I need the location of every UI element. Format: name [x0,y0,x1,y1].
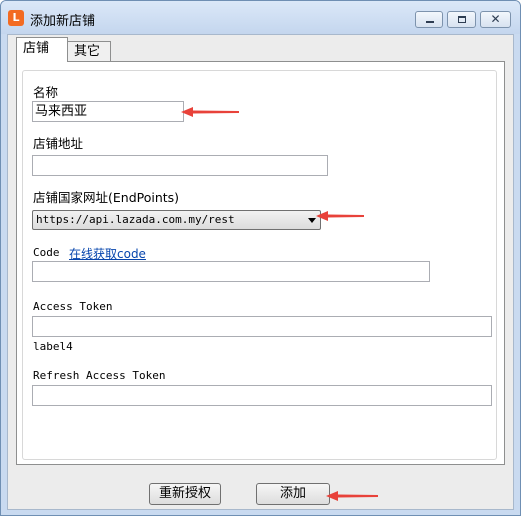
maximize-icon [458,16,466,23]
dropdown-arrow-icon [308,218,316,223]
annotation-arrow-add [326,491,378,501]
tab-store[interactable]: 店铺 [16,37,68,62]
reauthorize-button[interactable]: 重新授权 [149,483,221,505]
tab-other[interactable]: 其它 [67,41,111,62]
minimize-icon [426,21,434,23]
dialog-window: L 添加新店铺 ✕ 店铺 其它 名称 马来西亚 店铺地址 店铺国家网址(EndP… [0,0,521,516]
close-icon: ✕ [490,12,501,26]
access-token-input[interactable] [32,316,492,337]
minimize-button[interactable] [415,11,443,28]
annotation-arrow-endpoint [316,211,364,221]
close-button[interactable]: ✕ [480,11,511,28]
label4-text: label4 [33,340,73,353]
address-label: 店铺地址 [33,136,84,151]
window-title: 添加新店铺 [30,14,96,29]
add-button[interactable]: 添加 [256,483,330,505]
refresh-token-label: Refresh Access Token [33,369,166,382]
endpoint-label: 店铺国家网址(EndPoints) [33,190,180,205]
refresh-token-input[interactable] [32,385,492,406]
title-bar[interactable]: L 添加新店铺 ✕ [1,1,520,34]
endpoint-select[interactable]: https://api.lazada.com.my/rest [32,210,321,230]
maximize-button[interactable] [447,11,476,28]
code-input[interactable] [32,261,430,282]
get-code-online-link[interactable]: 在线获取code [69,245,146,262]
name-input[interactable]: 马来西亚 [32,101,184,122]
access-token-label: Access Token [33,300,113,313]
tab-panel: 名称 马来西亚 店铺地址 店铺国家网址(EndPoints) https://a… [16,61,505,465]
dialog-client-area: 店铺 其它 名称 马来西亚 店铺地址 店铺国家网址(EndPoints) htt… [7,34,514,510]
app-icon: L [8,10,24,26]
code-label: Code [33,246,60,259]
name-label: 名称 [33,85,59,100]
address-input[interactable] [32,155,328,176]
endpoint-selected-value: https://api.lazada.com.my/rest [36,213,235,226]
annotation-arrow-name [181,107,239,117]
form-group: 名称 马来西亚 店铺地址 店铺国家网址(EndPoints) https://a… [22,70,497,460]
